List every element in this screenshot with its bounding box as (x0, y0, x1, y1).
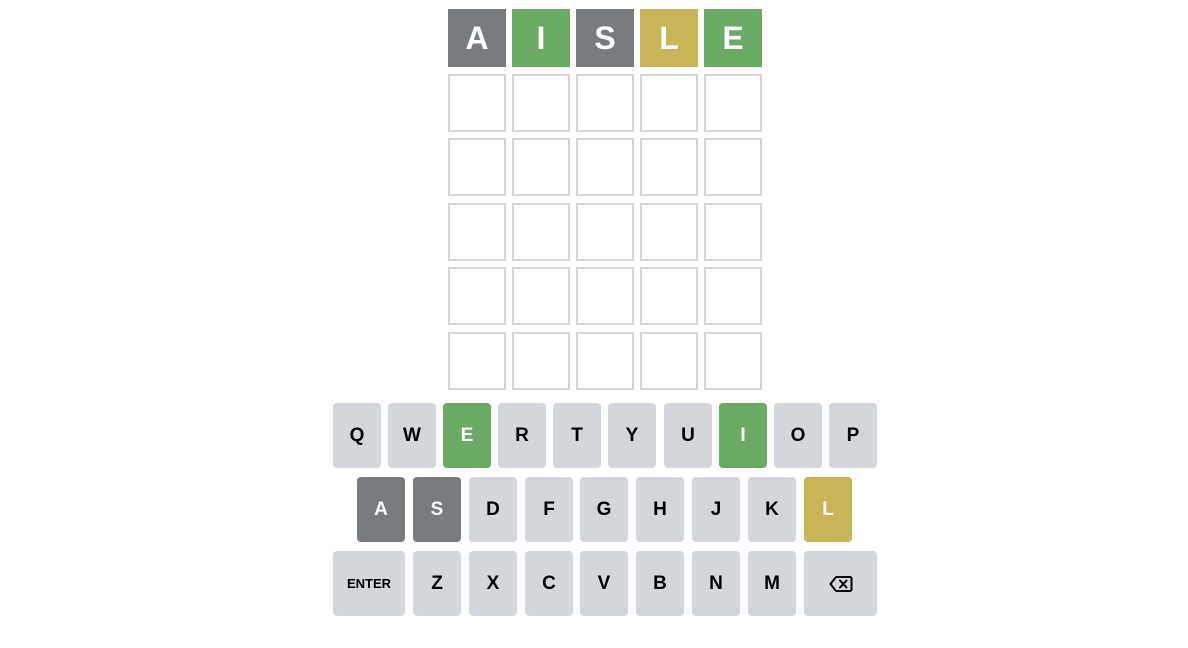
board-tile (640, 138, 698, 197)
backspace-key[interactable] (804, 551, 877, 616)
board-tile (512, 267, 570, 326)
key-g[interactable]: G (580, 477, 628, 542)
board-tile (448, 138, 506, 197)
board-tile (448, 331, 506, 390)
key-d[interactable]: D (469, 477, 517, 542)
board-tile (512, 202, 570, 261)
board-tile (704, 331, 762, 390)
key-h[interactable]: H (636, 477, 684, 542)
board-tile: E (704, 9, 762, 67)
board-tile (640, 202, 698, 261)
board-tile (640, 331, 698, 390)
board-tile (512, 331, 570, 390)
key-l[interactable]: L (804, 477, 852, 542)
keyboard-row-1: QWERTYUIOP (333, 403, 877, 468)
key-f[interactable]: F (525, 477, 573, 542)
board-tile (448, 202, 506, 261)
board-tile (704, 202, 762, 261)
key-x[interactable]: X (469, 551, 517, 616)
board-tile: I (512, 9, 570, 67)
key-w[interactable]: W (388, 403, 436, 468)
key-c[interactable]: C (525, 551, 573, 616)
board-tile (576, 331, 634, 390)
board-tile: A (448, 9, 506, 67)
board-tile: S (576, 9, 634, 67)
key-r[interactable]: R (498, 403, 546, 468)
key-m[interactable]: M (748, 551, 796, 616)
board-tile (576, 267, 634, 326)
board-tile (576, 202, 634, 261)
board-tile: L (640, 9, 698, 67)
keyboard-row-2: ASDFGHJKL (333, 477, 877, 542)
key-z[interactable]: Z (413, 551, 461, 616)
board-tile (512, 138, 570, 197)
key-v[interactable]: V (580, 551, 628, 616)
key-u[interactable]: U (664, 403, 712, 468)
key-n[interactable]: N (692, 551, 740, 616)
key-t[interactable]: T (553, 403, 601, 468)
key-k[interactable]: K (748, 477, 796, 542)
key-j[interactable]: J (692, 477, 740, 542)
key-o[interactable]: O (774, 403, 822, 468)
key-i[interactable]: I (719, 403, 767, 468)
key-s[interactable]: S (413, 477, 461, 542)
board-tile (448, 73, 506, 132)
key-p[interactable]: P (829, 403, 877, 468)
on-screen-keyboard: QWERTYUIOP ASDFGHJKL ENTER Z X C V B N M (333, 403, 877, 625)
board-tile (704, 267, 762, 326)
board-tile (704, 73, 762, 132)
key-y[interactable]: Y (608, 403, 656, 468)
board-tile (576, 73, 634, 132)
board-tile (576, 138, 634, 197)
board-tile (640, 73, 698, 132)
key-e[interactable]: E (443, 403, 491, 468)
key-a[interactable]: A (357, 477, 405, 542)
board-tile (448, 267, 506, 326)
game-board: AISLE (448, 9, 762, 390)
backspace-icon (829, 575, 853, 593)
board-tile (640, 267, 698, 326)
key-q[interactable]: Q (333, 403, 381, 468)
keyboard-row-3: ENTER Z X C V B N M (333, 551, 877, 616)
enter-key[interactable]: ENTER (333, 551, 405, 616)
board-tile (704, 138, 762, 197)
board-tile (512, 73, 570, 132)
key-b[interactable]: B (636, 551, 684, 616)
